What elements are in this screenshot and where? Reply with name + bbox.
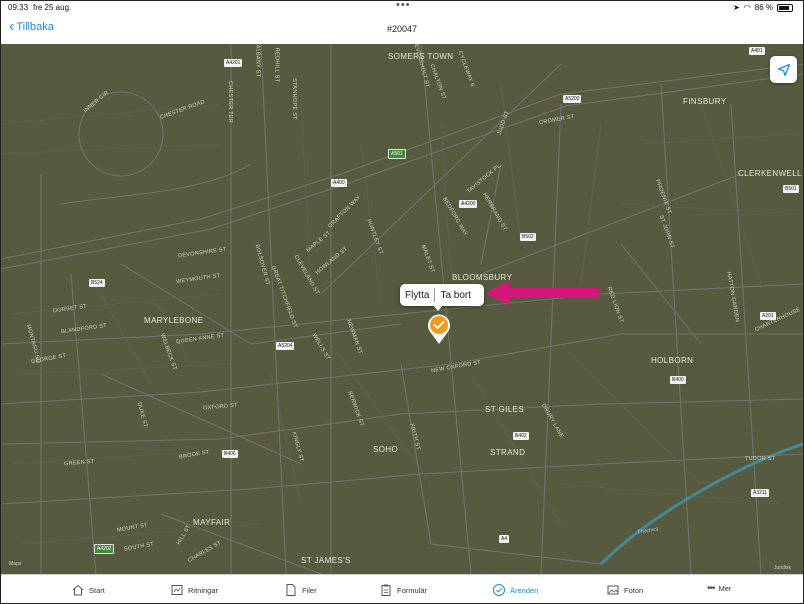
tab-label: Ritningar bbox=[188, 585, 219, 595]
tab-label: Ärenden bbox=[510, 585, 539, 595]
map-roads bbox=[1, 44, 803, 574]
map-attribution: Maps bbox=[9, 561, 22, 567]
road-shield: B524 bbox=[89, 279, 105, 287]
location-arrow-icon bbox=[777, 63, 790, 76]
road-shield: A501 bbox=[388, 149, 406, 159]
status-right: ➤ ◠ 86 % bbox=[733, 3, 793, 12]
clipboard-icon bbox=[381, 584, 391, 596]
road-shield: B400 bbox=[670, 376, 686, 384]
area-label: CLERKENWELL bbox=[738, 169, 802, 178]
street-label: REDHILL ST bbox=[273, 47, 280, 83]
issue-pin-icon[interactable] bbox=[427, 313, 451, 345]
area-label: ST JAMES'S bbox=[301, 556, 351, 565]
locate-me-button[interactable] bbox=[770, 56, 797, 83]
tab-start[interactable]: Start bbox=[71, 583, 105, 597]
status-bar: 09:33 fre 25 aug. ••• ➤ ◠ 86 % bbox=[1, 1, 803, 15]
tab-issues[interactable]: Ärenden bbox=[492, 583, 538, 597]
check-circle-icon bbox=[493, 584, 505, 596]
road-shield: B502 bbox=[520, 233, 536, 241]
road-shield: A5204 bbox=[276, 342, 295, 350]
tab-label: Formulär bbox=[397, 585, 428, 595]
road-shield: A400 bbox=[331, 179, 347, 187]
tab-drawings[interactable]: Ritningar bbox=[170, 583, 218, 597]
tab-label: Foton bbox=[624, 585, 644, 595]
location-arrow-icon: ➤ bbox=[733, 3, 740, 12]
area-label: MARYLEBONE bbox=[144, 316, 204, 325]
map-view[interactable]: SOMERS TOWN FINSBURY CLERKENWELL BLOOMSB… bbox=[1, 44, 803, 574]
road-shield: B406 bbox=[222, 450, 238, 458]
annotation-arrow-icon bbox=[485, 281, 599, 305]
photo-icon bbox=[607, 585, 619, 595]
area-label: FINSBURY bbox=[683, 97, 727, 106]
nav-bar: ‹ Tillbaka #20047 bbox=[1, 15, 803, 44]
drawings-icon bbox=[171, 585, 183, 595]
file-icon bbox=[286, 584, 296, 596]
tab-label: Filer bbox=[302, 585, 317, 595]
road-shield: B501 bbox=[783, 185, 799, 193]
road-shield: A5200 bbox=[563, 95, 582, 103]
tab-forms[interactable]: Formulär bbox=[379, 583, 427, 597]
legal-link[interactable]: Juridisk bbox=[774, 565, 791, 571]
app-window: 09:33 fre 25 aug. ••• ➤ ◠ 86 % ‹ Tillbak… bbox=[0, 0, 804, 604]
street-label: STANHOPE ST bbox=[290, 78, 297, 120]
road-shield: A4202 bbox=[94, 544, 115, 554]
delete-button[interactable]: Ta bort bbox=[435, 290, 476, 301]
area-label: SOHO bbox=[373, 445, 399, 454]
area-label: MAYFAIR bbox=[193, 518, 231, 527]
multitask-dots-icon[interactable]: ••• bbox=[396, 1, 411, 11]
status-date: fre 25 aug. bbox=[33, 3, 72, 12]
road-shield: A401 bbox=[749, 47, 765, 55]
road-shield: A4 bbox=[499, 535, 510, 543]
tab-bar: Start Ritningar Filer Formulär Ärenden F… bbox=[1, 574, 803, 603]
road-shield: A201 bbox=[760, 312, 776, 320]
page-title: #20047 bbox=[386, 24, 418, 34]
tab-label: Mer bbox=[718, 584, 732, 593]
area-label: STRAND bbox=[490, 448, 526, 457]
home-icon bbox=[72, 584, 84, 596]
move-button[interactable]: Flytta bbox=[400, 290, 434, 301]
tab-photos[interactable]: Foton bbox=[606, 583, 643, 597]
battery-icon bbox=[777, 3, 793, 12]
road-shield: A4200 bbox=[459, 200, 478, 208]
road-shield: B402 bbox=[513, 432, 529, 440]
road-shield: A4201 bbox=[224, 59, 243, 67]
area-label: ST GILES bbox=[485, 405, 525, 414]
tab-files[interactable]: Filer bbox=[284, 583, 317, 597]
street-label: ALBANY ST bbox=[254, 44, 261, 78]
tab-label: Start bbox=[89, 585, 105, 595]
road-shield: A3211 bbox=[751, 489, 770, 497]
street-label: TUDOR ST bbox=[745, 456, 776, 462]
tab-more[interactable]: ••• Mer bbox=[707, 583, 731, 594]
battery-percent: 86 % bbox=[754, 3, 773, 12]
status-time: 09:33 bbox=[8, 3, 29, 12]
more-icon: ••• bbox=[707, 583, 715, 594]
wifi-icon: ◠ bbox=[743, 3, 751, 12]
street-label: CHESTER TER bbox=[227, 80, 234, 124]
area-label: HOLBORN bbox=[651, 356, 694, 365]
pin-action-popup: Flytta Ta bort bbox=[400, 284, 484, 311]
